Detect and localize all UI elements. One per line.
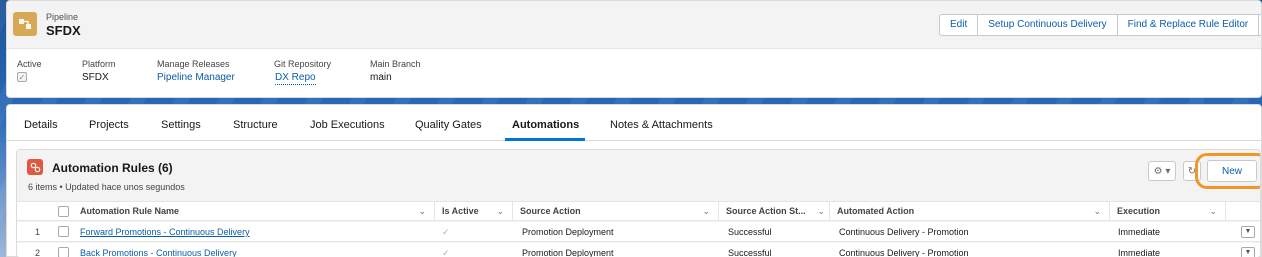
source-action-status-cell: Successful — [728, 227, 772, 237]
header-top: Pipeline SFDX Edit Setup Continuous Deli… — [7, 1, 1261, 49]
field-platform: Platform SFDX — [82, 59, 116, 84]
related-list-title: Automation Rules (6) — [52, 161, 173, 175]
row-checkbox[interactable] — [58, 247, 69, 257]
execution-cell: Immediate — [1118, 227, 1161, 237]
record-title: SFDX — [46, 23, 81, 38]
related-list-subtitle: 6 items • Updated hace unos segundos — [28, 182, 185, 192]
source-action-status-cell: Successful — [728, 248, 772, 257]
field-label: Git Repository — [274, 59, 332, 69]
field-value: SFDX — [82, 72, 109, 83]
source-action-cell: Promotion Deployment — [522, 227, 614, 237]
row-actions-dropdown[interactable]: ▼ — [1241, 226, 1255, 238]
table-row: 1 Forward Promotions - Continuous Delive… — [17, 222, 1260, 242]
is-active-checkbox: ✓ — [442, 248, 450, 257]
row-number: 2 — [35, 248, 41, 257]
record-header: Pipeline SFDX Edit Setup Continuous Deli… — [6, 0, 1262, 98]
field-label: Platform — [82, 59, 116, 69]
automated-action-cell: Continuous Delivery - Promotion — [839, 227, 969, 237]
automation-rules-related-list: Automation Rules (6) 6 items • Updated h… — [16, 149, 1261, 257]
field-git-repository: Git Repository DX Repo — [274, 59, 331, 85]
field-label: Manage Releases — [157, 59, 230, 69]
chevron-down-icon[interactable]: ⌄ — [817, 202, 825, 221]
automation-rule-icon — [27, 159, 43, 175]
chevron-down-icon[interactable]: ⌄ — [702, 202, 710, 221]
refresh-icon[interactable]: ↻ — [1183, 161, 1201, 181]
dx-repo-link[interactable]: DX Repo — [275, 72, 316, 85]
edit-button[interactable]: Edit — [940, 15, 979, 35]
automation-rule-link[interactable]: Back Promotions - Continuous Delivery — [80, 243, 237, 257]
pipeline-manager-link[interactable]: Pipeline Manager — [157, 72, 235, 84]
automated-action-cell: Continuous Delivery - Promotion — [839, 248, 969, 257]
column-header-source-action[interactable]: Source Action ⌄ — [514, 202, 719, 221]
tab-structure[interactable]: Structure — [233, 119, 278, 131]
chevron-down-icon[interactable]: ⌄ — [418, 202, 426, 221]
table-header: Automation Rule Name ⌄ Is Active ⌄ Source … — [17, 201, 1260, 221]
field-value: main — [370, 72, 392, 83]
row-actions-dropdown[interactable]: ▼ — [1241, 247, 1255, 257]
field-active: Active ✓ — [17, 59, 42, 84]
column-header-automated-action[interactable]: Automated Action ⌄ — [831, 202, 1110, 221]
field-manage-releases: Manage Releases Pipeline Manager — [157, 59, 235, 84]
execution-cell: Immediate — [1118, 248, 1161, 257]
active-checkbox: ✓ — [17, 72, 27, 82]
column-header-is-active[interactable]: Is Active ⌄ — [436, 202, 513, 221]
source-action-cell: Promotion Deployment — [522, 248, 614, 257]
column-header-name[interactable]: Automation Rule Name ⌄ — [72, 202, 435, 221]
tab-details[interactable]: Details — [24, 119, 58, 131]
select-all-checkbox[interactable] — [58, 206, 69, 217]
object-type-label: Pipeline — [46, 12, 79, 22]
tab-quality-gates[interactable]: Quality Gates — [415, 119, 482, 131]
tab-automations[interactable]: Automations — [512, 119, 579, 131]
chevron-down-icon[interactable]: ⌄ — [1093, 202, 1101, 221]
tab-bar: Details Projects Settings Structure Job … — [7, 105, 1261, 141]
new-button[interactable]: New — [1207, 160, 1257, 182]
column-header-execution[interactable]: Execution ⌄ — [1111, 202, 1226, 221]
highlights-panel: Active ✓ Platform SFDX Manage Releases P… — [7, 49, 1261, 97]
tab-notes-attachments[interactable]: Notes & Attachments — [610, 119, 713, 131]
setup-continuous-delivery-button[interactable]: Setup Continuous Delivery — [978, 15, 1118, 35]
is-active-checkbox: ✓ — [442, 227, 450, 237]
row-checkbox[interactable] — [58, 226, 69, 237]
tab-projects[interactable]: Projects — [89, 119, 129, 131]
record-tabs-card: Details Projects Settings Structure Job … — [6, 104, 1262, 257]
header-actions: Edit Setup Continuous Delivery Find & Re… — [939, 14, 1261, 36]
automation-rule-link[interactable]: Forward Promotions - Continuous Delivery — [80, 222, 250, 242]
table-row: 2 Back Promotions - Continuous Delivery … — [17, 243, 1260, 257]
pipeline-icon — [13, 12, 37, 36]
chevron-down-icon[interactable]: ⌄ — [1209, 202, 1217, 221]
active-tab-indicator — [505, 138, 585, 141]
column-header-source-action-status[interactable]: Source Action St... ⌄ — [720, 202, 830, 221]
tab-settings[interactable]: Settings — [161, 119, 201, 131]
field-label: Main Branch — [370, 59, 421, 69]
field-label: Active — [17, 59, 42, 69]
find-replace-rule-editor-button[interactable]: Find & Replace Rule Editor — [1118, 15, 1260, 35]
field-main-branch: Main Branch main — [370, 59, 421, 84]
chevron-down-icon[interactable]: ⌄ — [496, 202, 504, 221]
row-number: 1 — [35, 227, 41, 237]
gear-icon[interactable]: ⚙ ▾ — [1148, 161, 1176, 181]
tab-job-executions[interactable]: Job Executions — [310, 119, 385, 131]
